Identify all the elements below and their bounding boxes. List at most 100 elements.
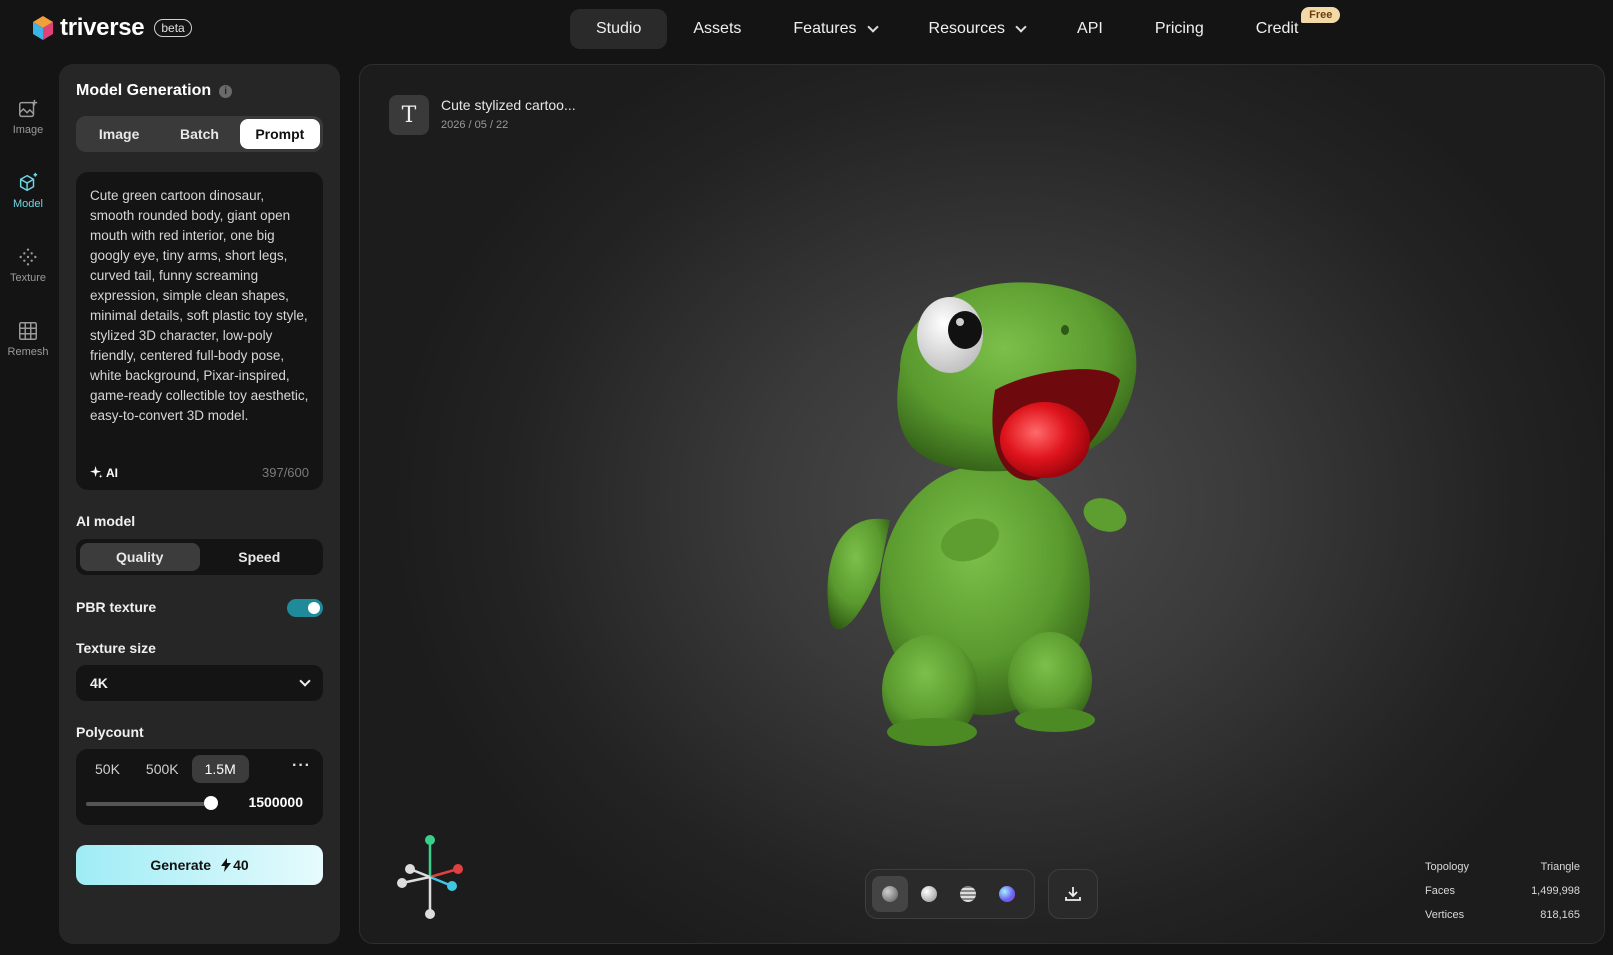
panel-title: Model Generation i: [76, 82, 233, 100]
nav-api[interactable]: API: [1051, 9, 1129, 49]
image-plus-icon: [19, 99, 38, 118]
brand-logo[interactable]: triverse beta: [32, 14, 192, 42]
stat-value: 818,165: [1540, 909, 1580, 921]
ai-label: AI: [106, 465, 118, 480]
stat-vertices: Vertices 818,165: [1425, 903, 1580, 927]
nav-studio[interactable]: Studio: [570, 9, 668, 49]
tool-rail: Image Model Texture Remesh: [0, 80, 56, 376]
rail-item-model[interactable]: Model: [0, 154, 56, 228]
texture-size-value: 4K: [90, 675, 108, 691]
texture-size-select[interactable]: 4K: [76, 665, 323, 701]
tab-image[interactable]: Image: [79, 119, 159, 149]
brand-name: triverse: [60, 14, 145, 41]
rail-item-texture[interactable]: Texture: [0, 228, 56, 302]
dinosaur-model-render: [827, 282, 1137, 746]
chevron-down-icon: [299, 675, 311, 687]
lightning-icon: [221, 858, 232, 872]
wireframe-sphere-icon: [960, 886, 976, 902]
nav-resources[interactable]: Resources: [903, 9, 1051, 49]
prompt-footer: AI 397/600: [90, 465, 309, 480]
generate-label: Generate: [150, 857, 212, 873]
pbr-texture-label: PBR texture: [76, 599, 157, 615]
shading-mode-bar: [865, 869, 1035, 919]
polycount-presets: 50K 500K 1.5M: [82, 755, 249, 783]
mode-tabs: Image Batch Prompt: [76, 116, 323, 152]
beta-badge: beta: [154, 19, 192, 37]
shading-clay-button[interactable]: [911, 876, 947, 912]
asset-date: 2026 / 05 / 22: [441, 119, 509, 131]
nav-studio-label: Studio: [596, 20, 642, 37]
polycount-500k[interactable]: 500K: [133, 755, 192, 783]
axis-gizmo[interactable]: [390, 832, 470, 922]
3d-viewport[interactable]: T Cute stylized cartoo... 2026 / 05 / 22: [359, 64, 1605, 944]
stat-value: Triangle: [1540, 861, 1580, 873]
solid-sphere-icon: [882, 886, 898, 902]
nav-assets[interactable]: Assets: [667, 9, 767, 49]
rail-item-label: Texture: [9, 272, 47, 284]
cube-sparkle-icon: [19, 172, 38, 192]
triverse-logo-icon: [33, 16, 53, 40]
mesh-stats: Topology Triangle Faces 1,499,998 Vertices…: [1425, 855, 1580, 927]
stat-label: Faces: [1425, 885, 1455, 897]
sparkle-icon: [90, 466, 103, 479]
nav-credit[interactable]: Credit Free: [1230, 7, 1341, 49]
credit-cost-value: 40: [233, 857, 249, 873]
nav-api-label: API: [1077, 20, 1103, 37]
ai-model-label: AI model: [76, 513, 136, 529]
shading-normal-button[interactable]: [989, 876, 1025, 912]
panel-title-text: Model Generation: [76, 82, 212, 99]
top-bar: triverse beta Studio Assets Features Res…: [0, 0, 1613, 60]
stat-label: Topology: [1425, 861, 1470, 873]
polycount-label: Polycount: [76, 724, 144, 740]
prompt-text[interactable]: Cute green cartoon dinosaur, smooth roun…: [90, 186, 309, 426]
rail-item-label: Model: [13, 198, 43, 210]
polycount-slider-handle[interactable]: [204, 796, 218, 810]
shading-wireframe-button[interactable]: [950, 876, 986, 912]
more-options-icon[interactable]: ···: [292, 757, 311, 775]
rail-item-image[interactable]: Image: [0, 80, 56, 154]
prompt-textarea[interactable]: Cute green cartoon dinosaur, smooth roun…: [76, 172, 323, 490]
polycount-slider-track[interactable]: [86, 802, 214, 806]
main-nav: Studio Assets Features Resources API Pri…: [570, 7, 1341, 49]
texture-size-label: Texture size: [76, 640, 156, 656]
stat-label: Vertices: [1425, 909, 1465, 921]
nav-features-label: Features: [793, 20, 857, 37]
toggle-knob: [308, 602, 320, 614]
stat-topology: Topology Triangle: [1425, 855, 1580, 879]
char-counter: 397/600: [262, 465, 309, 480]
nav-features[interactable]: Features: [767, 9, 902, 49]
polycount-value[interactable]: 1500000: [248, 794, 303, 810]
info-icon[interactable]: i: [219, 84, 233, 98]
ai-enhance-button[interactable]: AI: [90, 466, 118, 480]
nav-resources-label: Resources: [928, 20, 1006, 37]
download-button[interactable]: [1048, 869, 1098, 919]
model-generation-panel: Model Generation i Image Batch Prompt Cu…: [59, 64, 340, 944]
rail-item-remesh[interactable]: Remesh: [0, 302, 56, 376]
shading-solid-button[interactable]: [872, 876, 908, 912]
ai-model-toggle: Quality Speed: [76, 539, 323, 575]
text-prompt-icon: T: [389, 95, 429, 135]
clay-sphere-icon: [921, 886, 937, 902]
ai-model-quality[interactable]: Quality: [80, 543, 200, 571]
nav-pricing[interactable]: Pricing: [1129, 9, 1230, 49]
pbr-texture-toggle[interactable]: [287, 599, 323, 617]
normal-sphere-icon: [999, 886, 1015, 902]
free-badge: Free: [1301, 7, 1341, 23]
chevron-down-icon: [1015, 21, 1027, 33]
credit-cost: 40: [221, 857, 249, 873]
chevron-down-icon: [866, 21, 879, 33]
nav-credit-label: Credit: [1255, 20, 1299, 37]
rail-item-label: Image: [12, 124, 44, 136]
nav-assets-label: Assets: [693, 20, 742, 37]
texture-dots-icon: [19, 248, 37, 266]
stat-value: 1,499,998: [1531, 885, 1580, 897]
tab-batch[interactable]: Batch: [159, 119, 239, 149]
grid-icon: [19, 322, 37, 340]
tab-prompt[interactable]: Prompt: [239, 119, 320, 149]
polycount-control: 50K 500K 1.5M ··· 1500000: [76, 749, 323, 825]
download-icon: [1065, 887, 1081, 901]
polycount-50k[interactable]: 50K: [82, 755, 133, 783]
ai-model-speed[interactable]: Speed: [200, 543, 320, 571]
polycount-1-5m[interactable]: 1.5M: [191, 755, 249, 783]
generate-button[interactable]: Generate 40: [76, 845, 323, 885]
